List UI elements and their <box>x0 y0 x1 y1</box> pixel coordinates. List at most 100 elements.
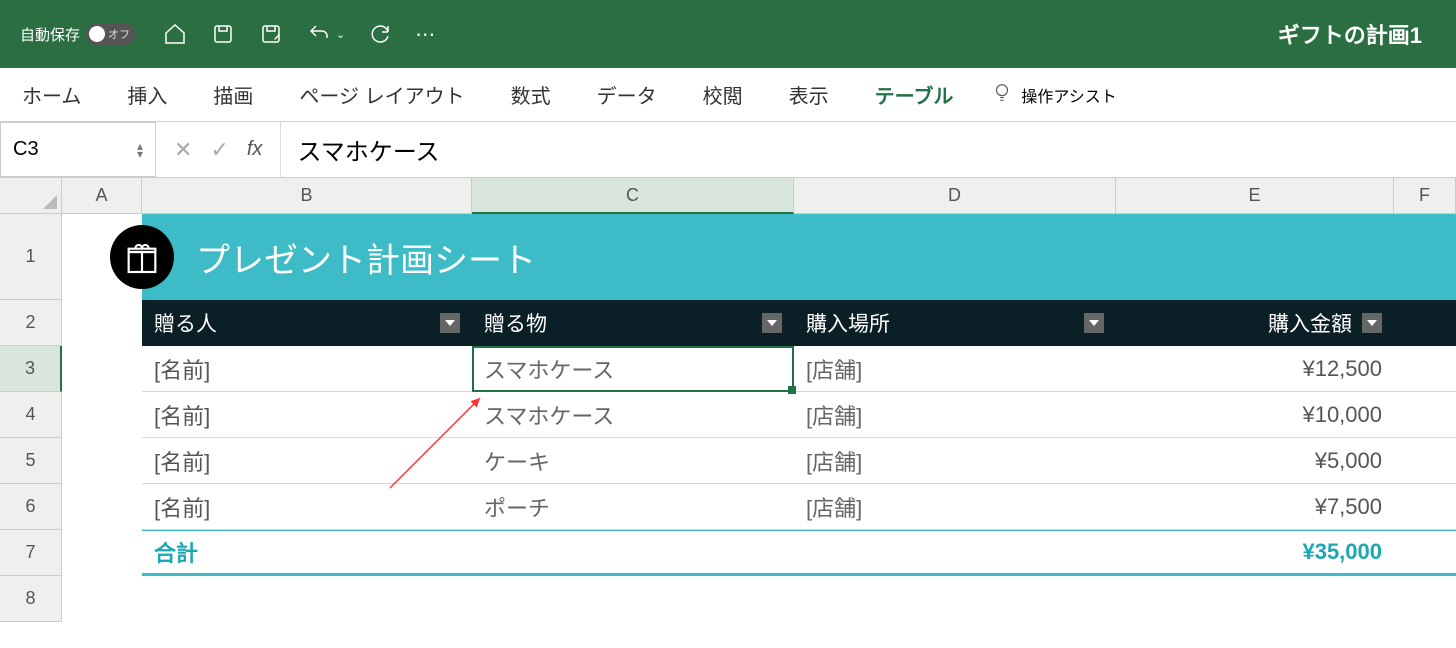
row-header-4[interactable]: 4 <box>0 392 62 438</box>
tab-page-layout[interactable]: ページ レイアウト <box>291 74 472 115</box>
tell-me-group[interactable]: 操作アシスト <box>991 81 1116 108</box>
accept-formula-icon[interactable]: ✓ <box>210 137 228 163</box>
col-header-B[interactable]: B <box>142 178 472 214</box>
tab-table[interactable]: テーブル <box>867 74 962 115</box>
cell-empty[interactable] <box>472 531 794 573</box>
row-header-1[interactable]: 1 <box>0 214 62 300</box>
col-header-A[interactable]: A <box>62 178 142 214</box>
row-header-3[interactable]: 3 <box>0 346 62 392</box>
total-label[interactable]: 合計 <box>142 531 472 573</box>
filter-icon[interactable] <box>440 313 460 333</box>
tab-formulas[interactable]: 数式 <box>503 74 559 115</box>
assist-label: 操作アシスト <box>1021 83 1116 107</box>
cell-amount[interactable]: ¥5,000 <box>1116 438 1394 483</box>
th-person[interactable]: 贈る人 <box>142 300 472 346</box>
cell-place[interactable]: [店舗] <box>794 484 1116 529</box>
cell-A4[interactable] <box>62 392 142 438</box>
row-header-7[interactable]: 7 <box>0 530 62 576</box>
save-icon[interactable] <box>210 21 236 47</box>
filter-icon[interactable] <box>1084 313 1104 333</box>
cell-item[interactable]: スマホケース <box>472 392 794 437</box>
cell-person[interactable]: [名前] <box>142 346 472 391</box>
row-5: 5 [名前] ケーキ [店舗] ¥5,000 <box>0 438 1456 484</box>
cell-item[interactable]: ポーチ <box>472 484 794 529</box>
cell-place[interactable]: [店舗] <box>794 346 1116 391</box>
cell-amount[interactable]: ¥7,500 <box>1116 484 1394 529</box>
cell-item[interactable]: スマホケース <box>472 346 794 391</box>
cell-place[interactable]: [店舗] <box>794 438 1116 483</box>
row-header-8[interactable]: 8 <box>0 576 62 622</box>
table-header-row: 贈る人 贈る物 購入場所 購入金額 <box>142 300 1456 346</box>
cell-person[interactable]: [名前] <box>142 438 472 483</box>
title-banner[interactable]: プレゼント計画シート <box>142 214 1456 300</box>
lightbulb-icon <box>991 81 1013 108</box>
cell-item[interactable]: ケーキ <box>472 438 794 483</box>
row-7: 7 合計 ¥35,000 <box>0 530 1456 576</box>
row-3: 3 [名前] スマホケース [店舗] ¥12,500 <box>0 346 1456 392</box>
row-header-6[interactable]: 6 <box>0 484 62 530</box>
cell-person[interactable]: [名前] <box>142 484 472 529</box>
cell-A3[interactable] <box>62 346 142 392</box>
undo-icon[interactable] <box>306 21 332 47</box>
name-box[interactable]: C3 ▴▾ <box>0 122 156 177</box>
empty-cells[interactable] <box>62 576 1456 622</box>
tab-data[interactable]: データ <box>589 74 665 115</box>
workbook-name: ギフトの計画1 <box>1278 18 1422 50</box>
col-header-D[interactable]: D <box>794 178 1116 214</box>
autosave-toggle[interactable]: オフ <box>86 23 136 45</box>
total-amount[interactable]: ¥35,000 <box>1116 531 1394 573</box>
row-1: 1 プレゼント計画シート <box>0 214 1456 300</box>
sheet-title: プレゼント計画シート <box>196 233 536 282</box>
gift-icon <box>110 225 174 289</box>
formula-controls: ✕ ✓ fx <box>156 122 280 177</box>
filter-icon[interactable] <box>762 313 782 333</box>
undo-dropdown[interactable]: ⌄ <box>336 28 345 41</box>
name-box-stepper[interactable]: ▴▾ <box>137 142 143 158</box>
column-headers: A B C D E F <box>0 178 1456 214</box>
tab-draw[interactable]: 描画 <box>205 74 261 115</box>
formula-value: スマホケース <box>297 132 439 167</box>
select-all-corner[interactable] <box>0 178 62 214</box>
cell-empty[interactable] <box>794 531 1116 573</box>
tab-review[interactable]: 校閲 <box>695 74 751 115</box>
ribbon-tabs: ホーム 挿入 描画 ページ レイアウト 数式 データ 校閲 表示 テーブル 操作… <box>0 68 1456 122</box>
row-4: 4 [名前] スマホケース [店舗] ¥10,000 <box>0 392 1456 438</box>
col-header-C[interactable]: C <box>472 178 794 214</box>
home-icon[interactable] <box>162 21 188 47</box>
cell-place[interactable]: [店舗] <box>794 392 1116 437</box>
row-6: 6 [名前] ポーチ [店舗] ¥7,500 <box>0 484 1456 530</box>
th-amount[interactable]: 購入金額 <box>1116 300 1394 346</box>
cell-A5[interactable] <box>62 438 142 484</box>
name-box-value: C3 <box>13 138 39 161</box>
row-header-5[interactable]: 5 <box>0 438 62 484</box>
col-header-E[interactable]: E <box>1116 178 1394 214</box>
fx-label[interactable]: fx <box>247 138 263 161</box>
formula-bar: C3 ▴▾ ✕ ✓ fx スマホケース <box>0 122 1456 178</box>
cancel-formula-icon[interactable]: ✕ <box>174 137 192 163</box>
filter-icon[interactable] <box>1362 313 1382 333</box>
more-icon[interactable]: ⋯ <box>415 22 437 47</box>
row-2: 2 贈る人 贈る物 購入場所 購入金額 <box>0 300 1456 346</box>
cell-A6[interactable] <box>62 484 142 530</box>
total-row: 合計 ¥35,000 <box>142 530 1456 576</box>
toggle-knob <box>89 26 105 42</box>
th-item[interactable]: 贈る物 <box>472 300 794 346</box>
save-as-icon[interactable] <box>258 21 284 47</box>
title-bar: 自動保存 オフ ⌄ ⋯ ギフトの計画1 <box>0 0 1456 68</box>
tab-insert[interactable]: 挿入 <box>119 74 175 115</box>
tab-view[interactable]: 表示 <box>781 74 837 115</box>
cell-amount[interactable]: ¥12,500 <box>1116 346 1394 391</box>
tab-home[interactable]: ホーム <box>14 74 89 115</box>
col-header-F[interactable]: F <box>1394 178 1456 214</box>
table-row: [名前] ケーキ [店舗] ¥5,000 <box>142 438 1456 484</box>
table-row: [名前] ポーチ [店舗] ¥7,500 <box>142 484 1456 530</box>
cell-amount[interactable]: ¥10,000 <box>1116 392 1394 437</box>
cell-person[interactable]: [名前] <box>142 392 472 437</box>
redo-icon[interactable] <box>367 21 393 47</box>
formula-input[interactable]: スマホケース <box>280 122 1456 177</box>
row-header-2[interactable]: 2 <box>0 300 62 346</box>
th-place[interactable]: 購入場所 <box>794 300 1116 346</box>
cell-A7[interactable] <box>62 530 142 576</box>
row-8: 8 <box>0 576 1456 622</box>
cell-A2[interactable] <box>62 300 142 346</box>
